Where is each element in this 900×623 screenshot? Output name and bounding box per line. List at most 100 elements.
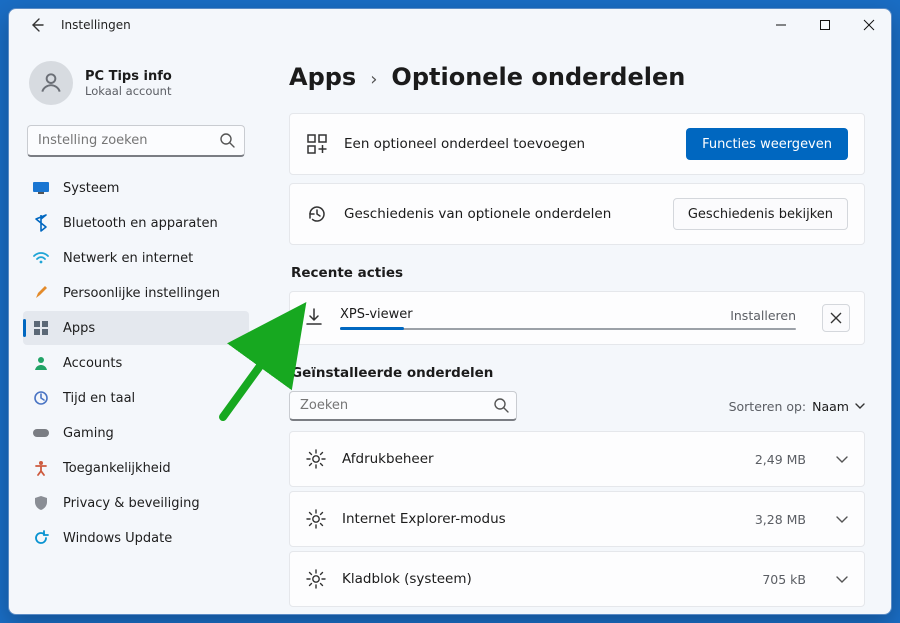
sidebar: PC Tips info Lokaal account Systeem [9, 41, 259, 614]
profile-subtitle: Lokaal account [85, 84, 172, 98]
sort-label: Sorteren op: [729, 399, 807, 414]
installed-item[interactable]: Kladblok (systeem) 705 kB [289, 551, 865, 607]
filter-row: Sorteren op: Naam [289, 391, 865, 421]
nav-item-accessibility[interactable]: Toegankelijkheid [23, 451, 249, 485]
monitor-icon [33, 180, 49, 196]
recent-item-name: XPS-viewer [340, 307, 413, 322]
nav-item-personalization[interactable]: Persoonlijke instellingen [23, 276, 249, 310]
nav-label: Privacy & beveiliging [63, 496, 200, 511]
nav-item-time-language[interactable]: Tijd en taal [23, 381, 249, 415]
gamepad-icon [33, 425, 49, 441]
close-icon [864, 20, 874, 30]
nav-item-bluetooth[interactable]: Bluetooth en apparaten [23, 206, 249, 240]
installed-search-input[interactable] [289, 391, 517, 421]
close-icon [831, 313, 841, 323]
breadcrumb: Apps › Optionele onderdelen [289, 63, 865, 91]
nav-label: Gaming [63, 426, 114, 441]
history-card: Geschiedenis van optionele onderdelen Ge… [289, 183, 865, 245]
bluetooth-icon [33, 215, 49, 231]
installed-item-name: Internet Explorer-modus [342, 511, 739, 527]
recent-action-card: XPS-viewer Installeren [289, 291, 865, 345]
avatar [29, 61, 73, 105]
close-button[interactable] [847, 9, 891, 41]
globe-clock-icon [33, 390, 49, 406]
chevron-down-icon [836, 456, 848, 463]
sidebar-nav: Systeem Bluetooth en apparaten Netwerk e… [23, 171, 249, 555]
sidebar-search-wrap [27, 125, 245, 157]
app-title: Instellingen [61, 18, 131, 32]
nav-label: Accounts [63, 356, 122, 371]
sort-dropdown[interactable]: Sorteren op: Naam [729, 399, 865, 414]
nav-item-network[interactable]: Netwerk en internet [23, 241, 249, 275]
add-feature-text: Een optioneel onderdeel toevoegen [344, 136, 670, 152]
nav-label: Systeem [63, 181, 119, 196]
history-text: Geschiedenis van optionele onderdelen [344, 206, 657, 222]
add-feature-card: Een optioneel onderdeel toevoegen Functi… [289, 113, 865, 175]
breadcrumb-root[interactable]: Apps [289, 63, 356, 91]
download-icon [304, 307, 326, 329]
view-features-button[interactable]: Functies weergeven [686, 128, 848, 160]
nav-label: Persoonlijke instellingen [63, 286, 220, 301]
brush-icon [33, 285, 49, 301]
nav-item-system[interactable]: Systeem [23, 171, 249, 205]
chevron-right-icon: › [370, 69, 377, 90]
recent-actions-heading: Recente acties [291, 265, 865, 281]
accessibility-icon [33, 460, 49, 476]
recent-item-status: Installeren [730, 308, 796, 323]
apps-icon [33, 320, 49, 336]
installed-item[interactable]: Internet Explorer-modus 3,28 MB [289, 491, 865, 547]
nav-item-apps[interactable]: Apps [23, 311, 249, 345]
chevron-down-icon [836, 576, 848, 583]
search-icon [219, 132, 235, 148]
installed-item[interactable]: Afdrukbeheer 2,49 MB [289, 431, 865, 487]
nav-label: Toegankelijkheid [63, 461, 171, 476]
view-history-button[interactable]: Geschiedenis bekijken [673, 198, 848, 230]
nav-label: Tijd en taal [63, 391, 135, 406]
installed-search-wrap [289, 391, 517, 421]
add-grid-icon [306, 133, 328, 155]
maximize-icon [820, 20, 830, 30]
person-icon [33, 355, 49, 371]
minimize-button[interactable] [759, 9, 803, 41]
progress-bar [340, 328, 796, 330]
back-button[interactable] [27, 15, 47, 35]
profile-block[interactable]: PC Tips info Lokaal account [23, 49, 249, 121]
nav-label: Apps [63, 321, 95, 336]
nav-item-privacy[interactable]: Privacy & beveiliging [23, 486, 249, 520]
progress-fill [340, 327, 404, 330]
minimize-icon [776, 20, 786, 30]
sort-value: Naam [812, 399, 849, 414]
sidebar-search-input[interactable] [27, 125, 245, 157]
update-icon [33, 530, 49, 546]
chevron-down-icon [855, 403, 865, 409]
installed-item-name: Kladblok (systeem) [342, 571, 746, 587]
user-icon [38, 70, 64, 96]
installed-heading: Geïnstalleerde onderdelen [291, 365, 865, 381]
chevron-down-icon [836, 516, 848, 523]
nav-item-gaming[interactable]: Gaming [23, 416, 249, 450]
nav-label: Windows Update [63, 531, 172, 546]
installed-item-size: 3,28 MB [755, 512, 806, 527]
wifi-icon [33, 250, 49, 266]
installed-item-size: 2,49 MB [755, 452, 806, 467]
titlebar: Instellingen [9, 9, 891, 41]
nav-label: Bluetooth en apparaten [63, 216, 218, 231]
main-content: Apps › Optionele onderdelen Een optionee… [259, 41, 891, 614]
shield-icon [33, 495, 49, 511]
installed-item-name: Afdrukbeheer [342, 451, 739, 467]
settings-window: Instellingen [8, 8, 892, 615]
history-icon [306, 203, 328, 225]
nav-item-accounts[interactable]: Accounts [23, 346, 249, 380]
window-controls [759, 9, 891, 41]
maximize-button[interactable] [803, 9, 847, 41]
profile-name: PC Tips info [85, 69, 172, 84]
page-title: Optionele onderdelen [391, 63, 685, 91]
nav-label: Netwerk en internet [63, 251, 193, 266]
gear-icon [306, 569, 326, 589]
gear-icon [306, 449, 326, 469]
dismiss-button[interactable] [822, 304, 850, 332]
installed-item-size: 705 kB [762, 572, 806, 587]
gear-icon [306, 509, 326, 529]
search-icon [493, 397, 509, 413]
nav-item-windows-update[interactable]: Windows Update [23, 521, 249, 555]
